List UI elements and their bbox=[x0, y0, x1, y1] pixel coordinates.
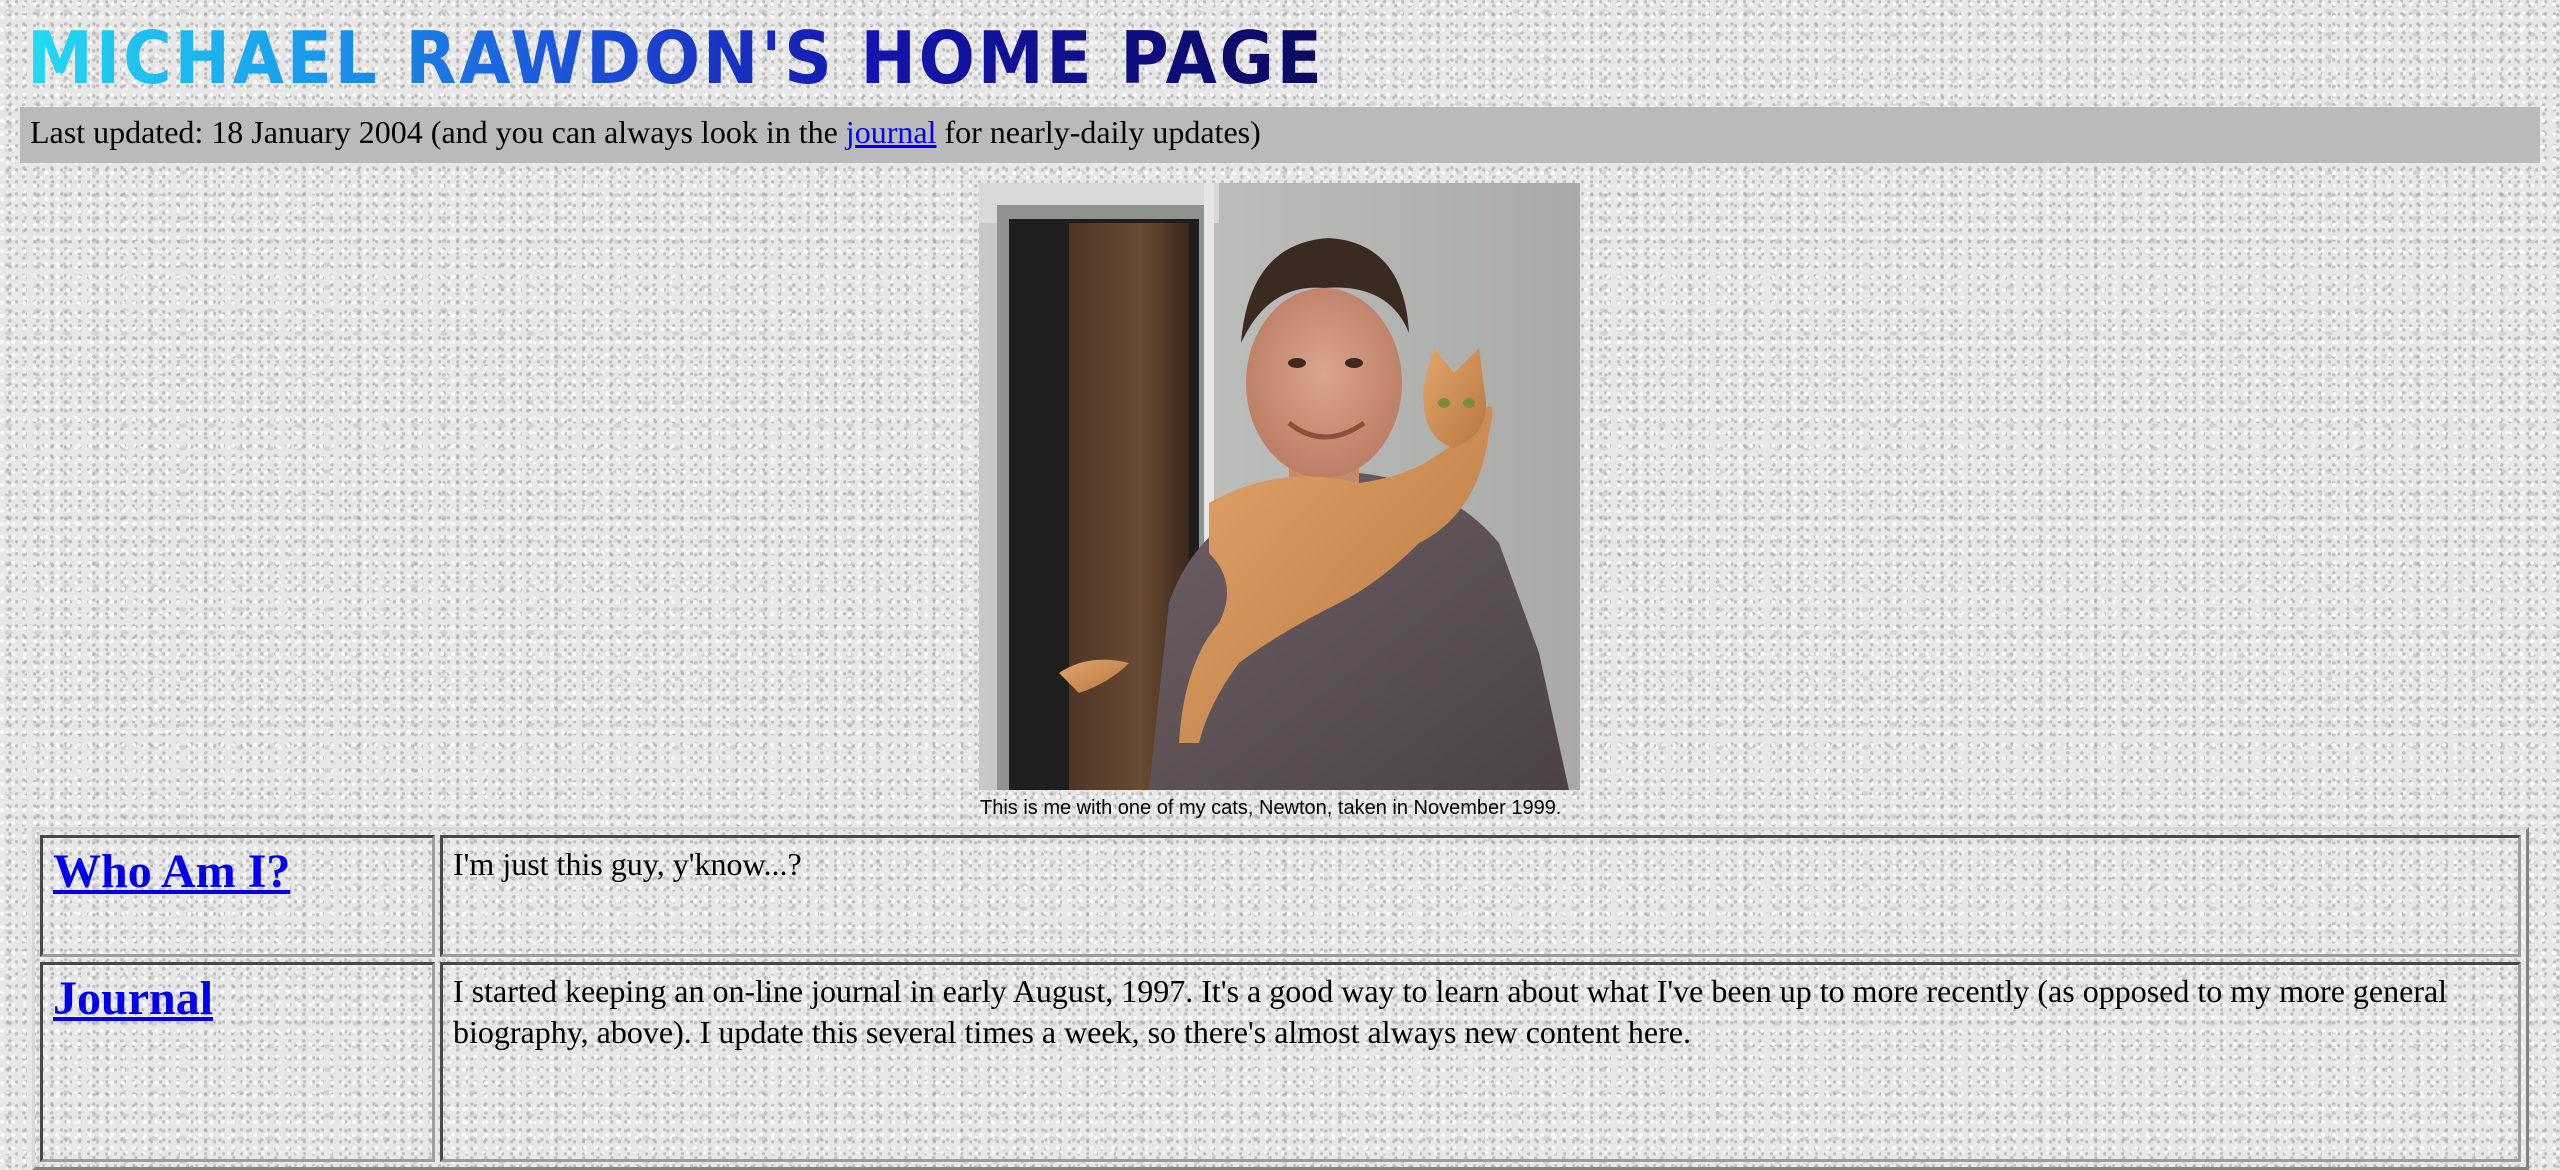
journal-section-link[interactable]: Journal bbox=[53, 972, 213, 1025]
section-title-cell: Who Am I? bbox=[40, 835, 435, 957]
table-row: Journal I started keeping an on-line jou… bbox=[40, 962, 2521, 1162]
last-updated-text: Last updated: 18 January 2004 (and you c… bbox=[30, 114, 838, 150]
section-description: I'm just this guy, y'know...? bbox=[440, 835, 2521, 957]
last-updated-bar: Last updated: 18 January 2004 (and you c… bbox=[20, 107, 2540, 163]
who-am-i-link[interactable]: Who Am I? bbox=[53, 845, 290, 898]
table-row: Who Am I? I'm just this guy, y'know...? bbox=[40, 835, 2521, 957]
last-updated-suffix: for nearly-daily updates) bbox=[944, 114, 1261, 150]
page-title: MICHAEL RAWDON'S HOME PAGE bbox=[27, 18, 1437, 98]
page-title-text: MICHAEL RAWDON'S HOME PAGE bbox=[27, 16, 1325, 100]
photo-caption: This is me with one of my cats, Newton, … bbox=[980, 797, 1562, 819]
journal-link[interactable]: journal bbox=[846, 114, 937, 150]
section-title-cell: Journal bbox=[40, 962, 435, 1162]
section-description: I started keeping an on-line journal in … bbox=[440, 962, 2521, 1162]
portrait-photo bbox=[979, 183, 1580, 790]
sections-table: Who Am I? I'm just this guy, y'know...? … bbox=[32, 827, 2529, 1170]
